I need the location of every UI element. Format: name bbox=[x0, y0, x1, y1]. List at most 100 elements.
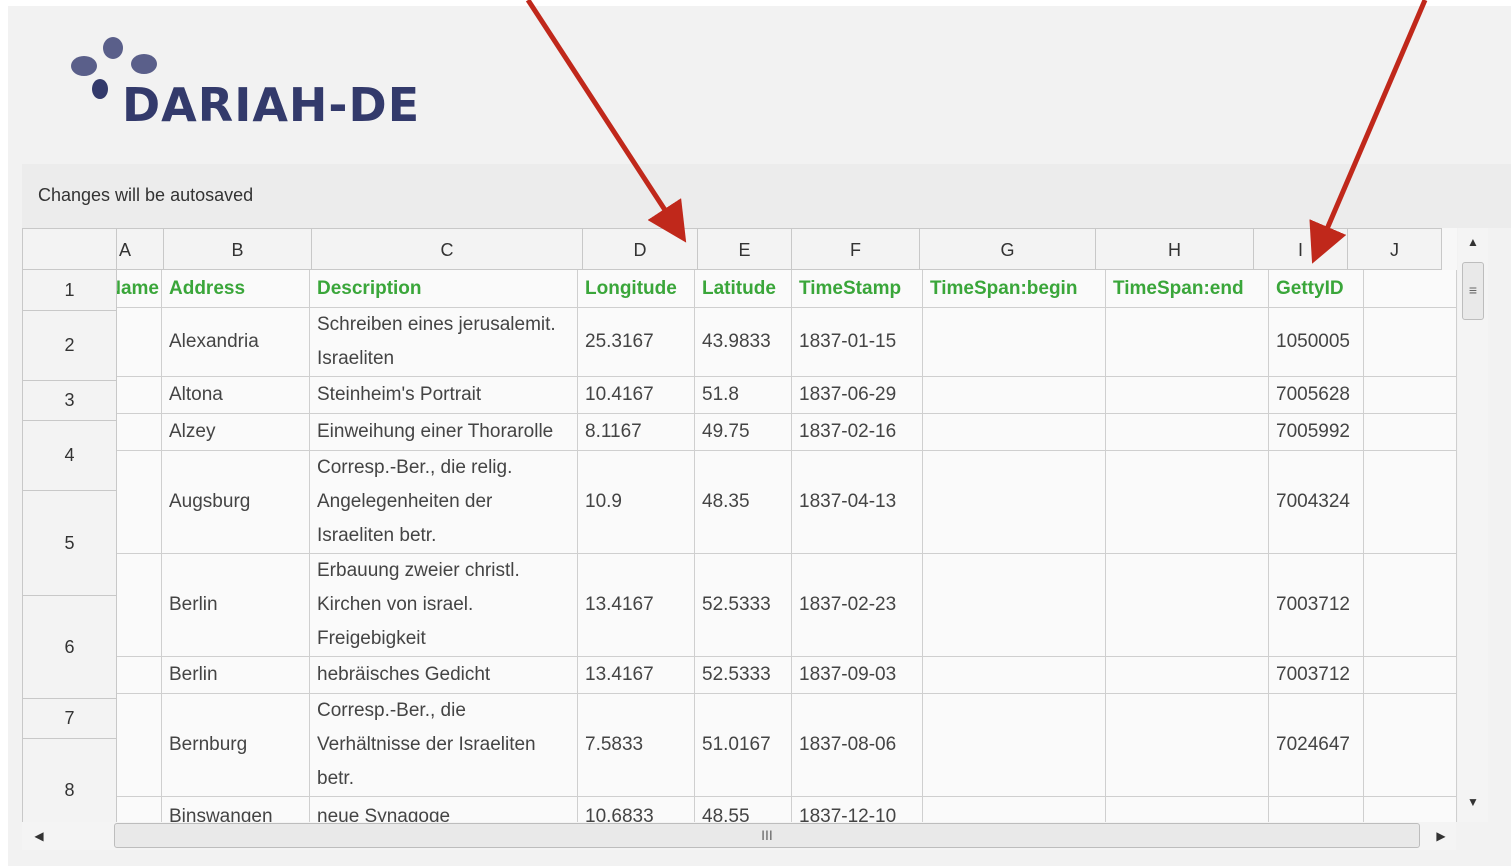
header-cell-timespan-end[interactable]: TimeSpan:end bbox=[1106, 270, 1269, 308]
table-cell[interactable] bbox=[1364, 308, 1457, 377]
table-cell[interactable]: neue Synagoge bbox=[310, 797, 578, 822]
table-cell[interactable]: Berlin bbox=[162, 554, 310, 657]
table-cell[interactable]: 43.9833 bbox=[695, 308, 792, 377]
table-cell[interactable] bbox=[117, 377, 162, 414]
table-cell[interactable]: 10.4167 bbox=[578, 377, 695, 414]
table-cell[interactable] bbox=[923, 308, 1106, 377]
table-cell[interactable] bbox=[923, 554, 1106, 657]
table-cell[interactable]: 51.0167 bbox=[695, 694, 792, 797]
table-cell[interactable] bbox=[1106, 308, 1269, 377]
table-cell[interactable]: 7005628 bbox=[1269, 377, 1364, 414]
scroll-right-icon[interactable]: ▶ bbox=[1428, 822, 1454, 850]
table-cell[interactable]: 13.4167 bbox=[578, 657, 695, 694]
table-cell[interactable] bbox=[1106, 451, 1269, 554]
column-header-h[interactable]: H bbox=[1096, 228, 1254, 270]
table-cell[interactable] bbox=[117, 797, 162, 822]
table-cell[interactable] bbox=[1364, 554, 1457, 657]
table-cell[interactable]: 1837-02-23 bbox=[792, 554, 923, 657]
table-cell[interactable] bbox=[1364, 657, 1457, 694]
table-cell[interactable] bbox=[1106, 377, 1269, 414]
table-cell[interactable]: 52.5333 bbox=[695, 657, 792, 694]
table-cell[interactable]: 1837-04-13 bbox=[792, 451, 923, 554]
table-cell[interactable]: 51.8 bbox=[695, 377, 792, 414]
table-cell[interactable] bbox=[117, 451, 162, 554]
column-header-c[interactable]: C bbox=[312, 228, 583, 270]
column-header-g[interactable]: G bbox=[920, 228, 1096, 270]
table-cell[interactable]: Berlin bbox=[162, 657, 310, 694]
vertical-scroll-thumb[interactable]: ≡ bbox=[1462, 262, 1484, 320]
table-cell[interactable] bbox=[923, 694, 1106, 797]
header-cell-timespan-begin[interactable]: TimeSpan:begin bbox=[923, 270, 1106, 308]
vertical-scrollbar[interactable]: ▲ ≡ ▼ bbox=[1458, 228, 1488, 822]
scroll-left-icon[interactable]: ◀ bbox=[26, 822, 52, 850]
table-cell[interactable]: Alzey bbox=[162, 414, 310, 451]
table-cell[interactable]: Corresp.-Ber., die relig. Angelegenheite… bbox=[310, 451, 578, 554]
table-cell[interactable] bbox=[923, 414, 1106, 451]
table-cell[interactable] bbox=[1364, 377, 1457, 414]
table-cell[interactable] bbox=[1364, 694, 1457, 797]
table-cell[interactable]: 8.1167 bbox=[578, 414, 695, 451]
table-cell[interactable]: 7024647 bbox=[1269, 694, 1364, 797]
row-header-6[interactable]: 6 bbox=[23, 596, 117, 699]
table-cell[interactable]: 1050005 bbox=[1269, 308, 1364, 377]
scroll-down-icon[interactable]: ▼ bbox=[1458, 790, 1488, 814]
table-cell[interactable] bbox=[923, 657, 1106, 694]
table-cell[interactable]: 1837-09-03 bbox=[792, 657, 923, 694]
row-header-4[interactable]: 4 bbox=[23, 421, 117, 491]
table-cell[interactable] bbox=[1269, 797, 1364, 822]
row-header-8[interactable]: 8 bbox=[23, 739, 117, 822]
table-cell[interactable] bbox=[1364, 451, 1457, 554]
table-cell[interactable] bbox=[117, 657, 162, 694]
table-cell[interactable]: 10.9 bbox=[578, 451, 695, 554]
column-header-j[interactable]: J bbox=[1348, 228, 1442, 270]
table-cell[interactable]: 49.75 bbox=[695, 414, 792, 451]
horizontal-scroll-thumb[interactable]: III bbox=[114, 823, 1420, 848]
table-cell[interactable]: Bernburg bbox=[162, 694, 310, 797]
column-header-a[interactable]: A bbox=[117, 228, 164, 270]
table-cell[interactable] bbox=[117, 554, 162, 657]
table-cell[interactable] bbox=[1106, 554, 1269, 657]
table-cell[interactable]: 1837-02-16 bbox=[792, 414, 923, 451]
table-cell[interactable] bbox=[1106, 657, 1269, 694]
table-cell[interactable]: 52.5333 bbox=[695, 554, 792, 657]
table-cell[interactable]: Schreiben eines jerusalemit. Israeliten bbox=[310, 308, 578, 377]
row-header-7[interactable]: 7 bbox=[23, 699, 117, 739]
table-cell[interactable]: Erbauung zweier christl. Kirchen von isr… bbox=[310, 554, 578, 657]
table-cell[interactable]: 25.3167 bbox=[578, 308, 695, 377]
table-cell[interactable]: 7005992 bbox=[1269, 414, 1364, 451]
table-cell[interactable]: 1837-01-15 bbox=[792, 308, 923, 377]
table-cell[interactable]: Corresp.-Ber., die Verhältnisse der Isra… bbox=[310, 694, 578, 797]
column-header-e[interactable]: E bbox=[698, 228, 792, 270]
table-cell[interactable]: 1837-06-29 bbox=[792, 377, 923, 414]
table-cell[interactable]: 7003712 bbox=[1269, 554, 1364, 657]
table-cell[interactable]: hebräisches Gedicht bbox=[310, 657, 578, 694]
table-cell[interactable] bbox=[1106, 797, 1269, 822]
column-header-i[interactable]: I bbox=[1254, 228, 1348, 270]
table-cell[interactable] bbox=[117, 308, 162, 377]
column-header-f[interactable]: F bbox=[792, 228, 920, 270]
scroll-up-icon[interactable]: ▲ bbox=[1458, 230, 1488, 254]
table-cell[interactable]: 48.35 bbox=[695, 451, 792, 554]
table-cell[interactable]: 7.5833 bbox=[578, 694, 695, 797]
table-cell[interactable]: Steinheim's Portrait bbox=[310, 377, 578, 414]
header-cell-gettyid[interactable]: GettyID bbox=[1269, 270, 1364, 308]
table-cell[interactable] bbox=[117, 414, 162, 451]
table-cell[interactable]: Einweihung einer Thorarolle bbox=[310, 414, 578, 451]
table-cell[interactable] bbox=[1106, 414, 1269, 451]
header-cell-longitude[interactable]: Longitude bbox=[578, 270, 695, 308]
table-cell[interactable]: Augsburg bbox=[162, 451, 310, 554]
table-cell[interactable]: Binswangen bbox=[162, 797, 310, 822]
grid-corner[interactable] bbox=[23, 228, 117, 270]
row-header-5[interactable]: 5 bbox=[23, 491, 117, 596]
column-header-b[interactable]: B bbox=[164, 228, 312, 270]
table-cell[interactable] bbox=[117, 694, 162, 797]
row-header-3[interactable]: 3 bbox=[23, 381, 117, 421]
table-cell[interactable] bbox=[923, 377, 1106, 414]
table-cell[interactable] bbox=[1364, 414, 1457, 451]
table-cell[interactable] bbox=[923, 797, 1106, 822]
table-cell[interactable] bbox=[1106, 694, 1269, 797]
table-cell[interactable]: 48.55 bbox=[695, 797, 792, 822]
header-cell-timestamp[interactable]: TimeStamp bbox=[792, 270, 923, 308]
table-cell[interactable]: 1837-12-10 bbox=[792, 797, 923, 822]
table-cell[interactable]: 13.4167 bbox=[578, 554, 695, 657]
